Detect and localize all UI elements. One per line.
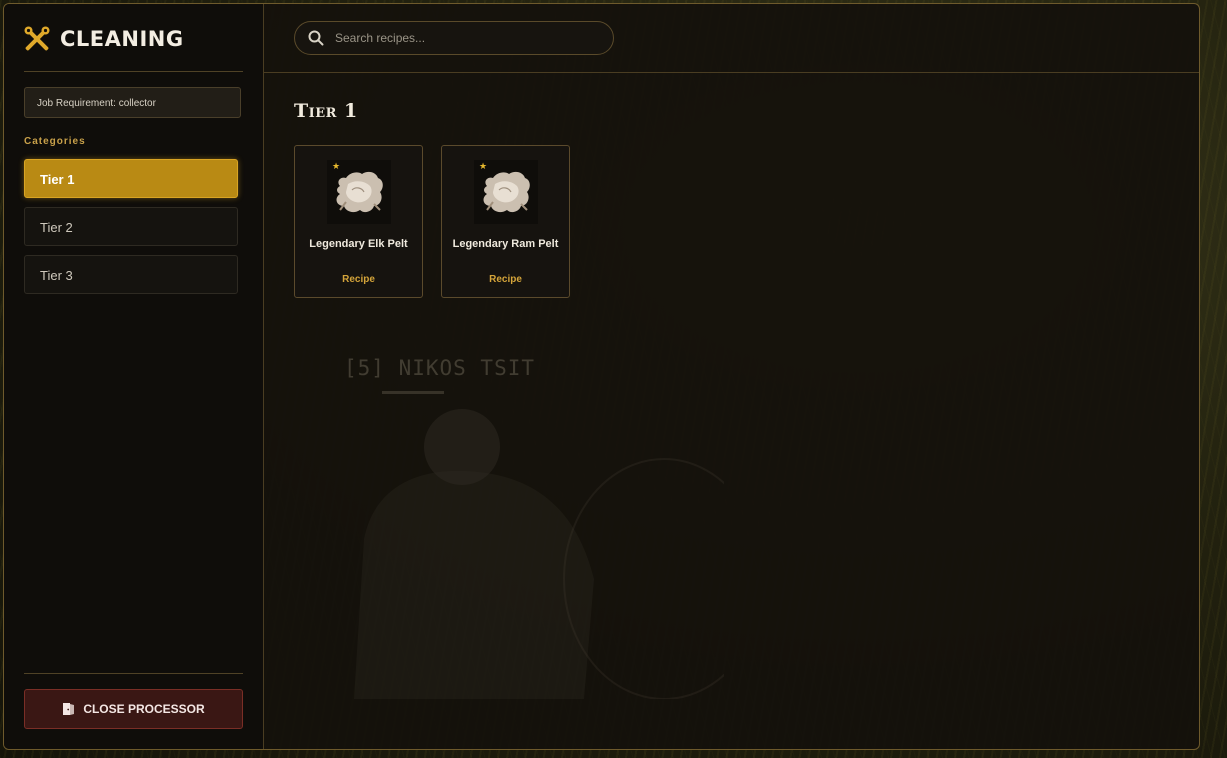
door-icon [63, 703, 75, 715]
recipe-image: ★ [327, 160, 391, 224]
app-title: CLEANING [60, 27, 184, 51]
brand-header: CLEANING [24, 26, 184, 52]
pelt-icon [483, 171, 530, 213]
category-tier-1[interactable]: Tier 1 [24, 159, 238, 198]
category-tier-3[interactable]: Tier 3 [24, 255, 238, 294]
sidebar-divider-bottom [24, 673, 243, 674]
background-player-bar [382, 391, 444, 394]
sidebar: CLEANING Job Requirement: collector Cate… [4, 4, 264, 749]
recipe-type-label: Recipe [342, 274, 375, 285]
crossed-tools-icon [24, 26, 50, 51]
search-bar[interactable] [294, 21, 614, 55]
recipe-name: Legendary Elk Pelt [309, 238, 408, 250]
background-player-name: [5] NIKOS TSIT [344, 356, 536, 380]
search-icon [308, 30, 324, 46]
pelt-icon [336, 171, 383, 213]
close-processor-button[interactable]: CLOSE PROCESSOR [24, 689, 243, 729]
close-processor-label: CLOSE PROCESSOR [83, 702, 205, 716]
recipe-card-ram-pelt[interactable]: ★ Legendary Ram Pelt Recipe [441, 145, 570, 298]
background-player-figure [354, 409, 724, 699]
category-tier-2[interactable]: Tier 2 [24, 207, 238, 246]
recipe-image: ★ [474, 160, 538, 224]
recipe-type-label: Recipe [489, 274, 522, 285]
search-input[interactable] [333, 30, 597, 46]
recipe-card-elk-pelt[interactable]: ★ Legendary Elk Pelt Recipe [294, 145, 423, 298]
main-panel: Tier 1 ★ Legendary Elk Pelt Recipe ★ [264, 4, 1199, 749]
sidebar-divider-top [24, 71, 243, 72]
top-bar [264, 4, 1199, 73]
recipe-name: Legendary Ram Pelt [452, 238, 559, 250]
processor-window: CLEANING Job Requirement: collector Cate… [3, 3, 1200, 750]
categories-heading: Categories [24, 136, 86, 147]
job-requirement-badge: Job Requirement: collector [24, 87, 241, 118]
section-title: Tier 1 [294, 100, 358, 122]
